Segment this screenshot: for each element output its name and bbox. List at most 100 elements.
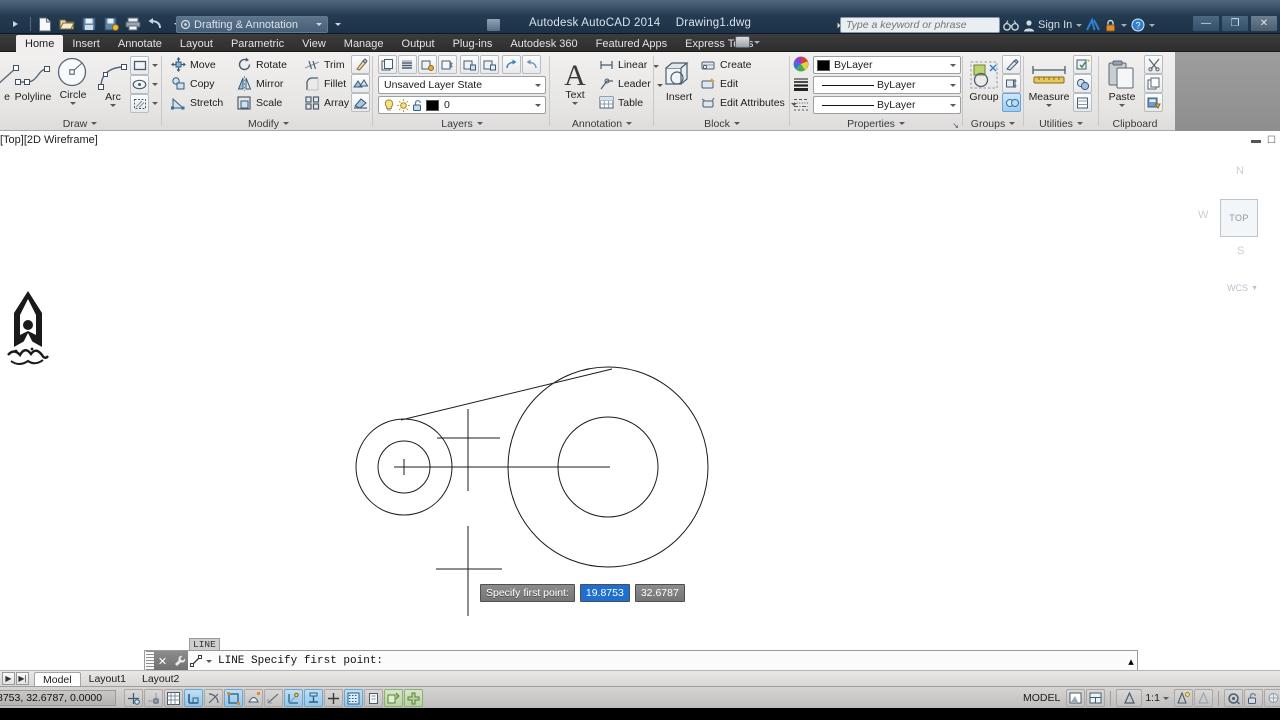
tab-layout[interactable]: Layout <box>171 35 222 52</box>
dynamic-input-tooltip[interactable]: Specify first point: 19.8753 32.6787 <box>480 584 685 602</box>
command-close-button[interactable]: ✕ <box>154 651 171 671</box>
table-button[interactable]: Table <box>598 93 643 112</box>
rectangle-icon[interactable] <box>130 56 149 75</box>
copy-button[interactable]: Copy <box>170 74 215 93</box>
object-snap-toggle[interactable] <box>224 689 243 707</box>
sign-in-button[interactable]: Sign In <box>1023 19 1072 32</box>
layer-state-combo[interactable]: Unsaved Layer State <box>378 76 546 94</box>
drawing-area[interactable]: [Top][2D Wireframe] ▬ ☐ N W S TOP WCS ▼ … <box>0 131 1280 640</box>
annotation-visibility-icon[interactable] <box>1173 689 1193 707</box>
panel-title-groups[interactable]: Groups <box>964 117 1022 130</box>
insert-block-button[interactable]: Insert <box>656 56 702 103</box>
layer-properties-icon[interactable] <box>378 55 397 74</box>
help-button[interactable]: ? <box>1131 18 1145 32</box>
restore-button[interactable]: ❐ <box>1221 15 1249 32</box>
selection-cycling-toggle[interactable] <box>404 689 423 707</box>
tab-home[interactable]: Home <box>16 35 64 52</box>
text-button[interactable]: A Text <box>552 54 598 105</box>
panel-title-utilities[interactable]: Utilities <box>1025 117 1097 130</box>
layer-match-icon[interactable] <box>522 55 541 74</box>
dynamic-input-y-field[interactable]: 32.6787 <box>634 584 685 602</box>
tab-view[interactable]: View <box>293 35 335 52</box>
paste-special-icon[interactable] <box>1144 93 1163 112</box>
panel-title-block[interactable]: Block <box>656 117 788 130</box>
annotation-scale-icon[interactable] <box>1116 689 1143 707</box>
annotation-scale-value[interactable]: 1:1 <box>1143 692 1162 704</box>
panel-title-draw[interactable]: Draw <box>0 117 160 130</box>
layout-tab-layout1[interactable]: Layout1 <box>81 672 134 687</box>
exchange-apps-button[interactable] <box>1086 16 1101 32</box>
tab-output[interactable]: Output <box>393 35 444 52</box>
erase-icon[interactable] <box>351 93 370 112</box>
text-dropdown-icon[interactable] <box>552 102 598 105</box>
close-button[interactable]: ✕ <box>1250 15 1278 32</box>
measure-dropdown-icon[interactable] <box>1025 104 1073 107</box>
panel-draw-expand-icon[interactable] <box>91 122 98 125</box>
plot-icon[interactable] <box>123 15 143 34</box>
panel-title-clipboard[interactable]: Clipboard <box>1100 117 1170 130</box>
cut-icon[interactable] <box>1144 55 1163 74</box>
layer-off-icon[interactable] <box>398 55 417 74</box>
panel-utilities-expand-icon[interactable] <box>1076 122 1083 125</box>
search-button[interactable] <box>1003 19 1019 32</box>
paste-dropdown-icon[interactable] <box>1100 104 1144 107</box>
panel-layers-expand-icon[interactable] <box>476 122 483 125</box>
tab-parametric[interactable]: Parametric <box>222 35 293 52</box>
ortho-mode-toggle[interactable] <box>184 689 203 707</box>
workspace-switch-icon[interactable] <box>1223 689 1243 707</box>
search-input[interactable] <box>841 18 999 32</box>
ribbon-display-options[interactable] <box>735 36 760 48</box>
layer-combo[interactable]: 0 <box>378 96 546 114</box>
dynamic-input-x-field[interactable]: 19.8753 <box>579 584 630 602</box>
toolbar-lock-icon[interactable] <box>1243 689 1263 707</box>
rectangle-dropdown-icon[interactable] <box>149 56 160 75</box>
lineweight-list-icon[interactable] <box>793 76 809 92</box>
linear-dimension-button[interactable]: Linear <box>598 55 660 74</box>
workspace-switcher[interactable]: Drafting & Annotation <box>176 16 328 33</box>
space-indicator[interactable]: MODEL <box>1018 692 1065 704</box>
explode-icon[interactable] <box>351 74 370 93</box>
layer-dropdown-icon[interactable] <box>532 97 543 113</box>
command-prompt-dropdown-icon[interactable] <box>206 659 212 663</box>
infer-constraints-toggle[interactable] <box>124 689 143 707</box>
hatch-dropdown-icon[interactable] <box>149 94 160 113</box>
polar-tracking-toggle[interactable] <box>204 689 223 707</box>
panel-title-layers[interactable]: Layers <box>376 117 548 130</box>
panel-modify-expand-icon[interactable] <box>282 122 289 125</box>
command-prompt-icon[interactable] <box>188 651 214 671</box>
coordinate-readout[interactable]: 8753, 32.6787, 0.0000 <box>0 690 116 706</box>
layout-tab-layout2[interactable]: Layout2 <box>134 672 187 687</box>
security-button[interactable] <box>1104 19 1117 32</box>
match-properties-icon[interactable] <box>351 55 370 74</box>
help-dropdown-icon[interactable] <box>1149 23 1156 27</box>
unlock-icon[interactable] <box>412 99 424 112</box>
auto-scale-icon[interactable] <box>1193 689 1213 707</box>
layer-state-dropdown-icon[interactable] <box>532 77 543 93</box>
layer-lock-icon[interactable] <box>460 55 479 74</box>
sun-icon[interactable] <box>397 98 410 112</box>
3d-object-snap-toggle[interactable] <box>244 689 263 707</box>
layout-nav-next[interactable]: ▶ <box>2 672 15 685</box>
lineweight-combo[interactable]: ByLayer <box>813 76 961 94</box>
snap-mode-toggle[interactable] <box>144 689 163 707</box>
app-menu-arrow[interactable] <box>6 15 26 34</box>
linetype-dropdown-icon[interactable] <box>947 97 958 113</box>
layer-make-current-icon[interactable] <box>502 55 521 74</box>
minimize-button[interactable]: — <box>1192 15 1220 32</box>
hardware-accel-icon[interactable] <box>1263 689 1280 707</box>
tab-insert[interactable]: Insert <box>63 35 109 52</box>
ungroup-icon[interactable] <box>1002 55 1021 74</box>
color-combo[interactable]: ByLayer <box>813 56 961 74</box>
ellipse-icon[interactable] <box>130 75 149 94</box>
security-dropdown-icon[interactable] <box>1121 23 1128 27</box>
grid-display-toggle[interactable] <box>164 689 183 707</box>
tab-annotate[interactable]: Annotate <box>109 35 171 52</box>
hatch-icon[interactable] <box>130 94 149 113</box>
group-edit-icon[interactable] <box>1002 74 1021 93</box>
workspace-menu-icon[interactable] <box>331 16 344 33</box>
viewport-max-icon[interactable] <box>1066 689 1086 707</box>
lineweight-dropdown-icon[interactable] <box>947 77 958 93</box>
transparency-toggle[interactable] <box>364 689 383 707</box>
panel-title-annotation[interactable]: Annotation <box>552 117 652 130</box>
scale-button[interactable]: Scale <box>236 93 282 112</box>
